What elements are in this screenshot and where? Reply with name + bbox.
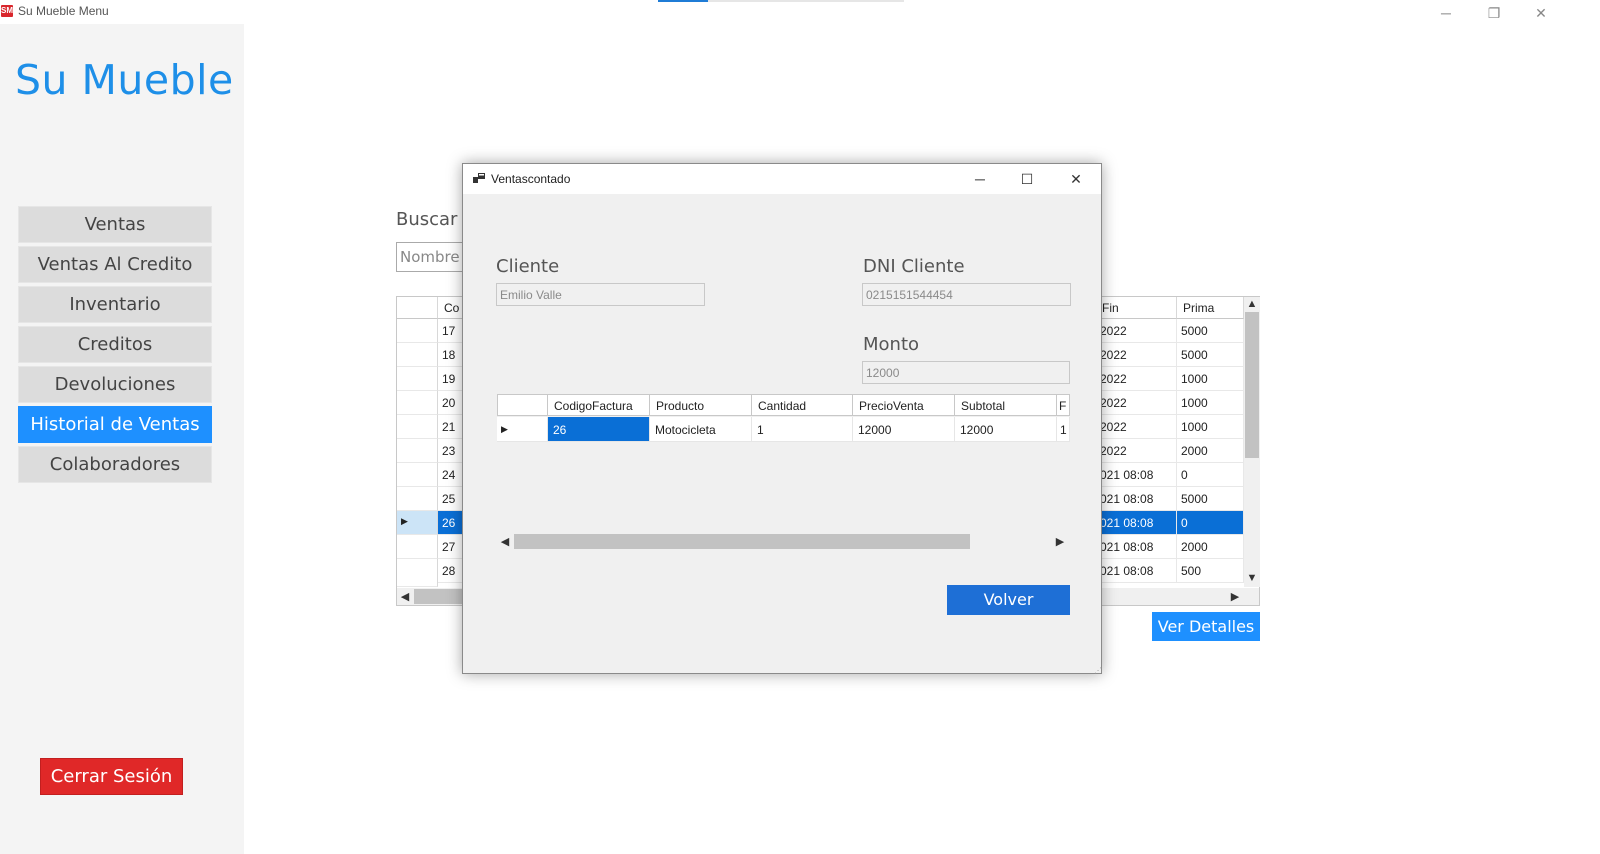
nav-colaboradores-button[interactable]: Colaboradores	[18, 446, 212, 483]
scroll-right-icon[interactable]: ▶	[1228, 590, 1242, 603]
nav-ventas-button[interactable]: Ventas	[18, 206, 212, 243]
row-header-selected[interactable]: ▶	[397, 511, 438, 535]
table-cell-prima[interactable]: 0	[1177, 463, 1244, 487]
table-cell-fin[interactable]: 2022	[1096, 415, 1177, 439]
table-cell-fin-selected[interactable]: 021 08:08	[1096, 511, 1177, 535]
nav-creditos-button[interactable]: Creditos	[18, 326, 212, 363]
minimize-window-button[interactable]: ─	[1435, 2, 1457, 24]
table-cell-subtotal[interactable]: 12000	[955, 417, 1057, 442]
current-row-arrow-icon: ▶	[501, 424, 508, 434]
nav-ventas-al-credito-button[interactable]: Ventas Al Credito	[18, 246, 212, 283]
row-header[interactable]	[397, 367, 438, 391]
scroll-left-icon[interactable]: ◀	[398, 590, 412, 603]
row-header-selected[interactable]: ▶	[497, 417, 548, 442]
table-cell-prima[interactable]: 1000	[1177, 415, 1244, 439]
table-cell-precioventa[interactable]: 12000	[853, 417, 955, 442]
current-row-arrow-icon: ▶	[401, 516, 408, 526]
column-header-codigofactura[interactable]: CodigoFactura	[548, 394, 650, 416]
search-input[interactable]: Nombre d	[396, 242, 466, 272]
table-cell-producto[interactable]: Motocicleta	[650, 417, 752, 442]
table-cell-prima[interactable]: 5000	[1177, 343, 1244, 367]
brand-title: Su Mueble	[15, 56, 234, 104]
grid-vertical-scroll-thumb[interactable]	[1245, 312, 1259, 458]
close-window-button[interactable]: ✕	[1530, 2, 1552, 24]
row-header[interactable]	[397, 319, 438, 343]
table-cell-prima[interactable]: 2000	[1177, 439, 1244, 463]
table-cell-fin[interactable]: 021 08:08	[1096, 535, 1177, 559]
row-header[interactable]	[397, 559, 438, 587]
column-header-producto[interactable]: Producto	[650, 394, 752, 416]
table-cell-fin[interactable]: 2022	[1096, 367, 1177, 391]
column-header-precioventa[interactable]: PrecioVenta	[853, 394, 955, 416]
grid-corner-header	[497, 394, 548, 416]
row-header[interactable]	[397, 415, 438, 439]
view-details-button[interactable]: Ver Detalles	[1152, 612, 1260, 641]
nav-devoluciones-button[interactable]: Devoluciones	[18, 366, 212, 403]
table-cell-codigofactura[interactable]: 26	[548, 417, 650, 442]
table-cell-prima[interactable]: 5000	[1177, 487, 1244, 511]
dni-cliente-label: DNI Cliente	[863, 256, 965, 277]
dialog-title: Ventascontado	[491, 172, 571, 186]
resize-grip-icon[interactable]: ⋰	[1094, 666, 1102, 675]
table-cell-fin[interactable]: 021 08:08	[1096, 463, 1177, 487]
table-cell-prima[interactable]: 5000	[1177, 319, 1244, 343]
column-header-cantidad[interactable]: Cantidad	[752, 394, 853, 416]
table-cell-fin[interactable]: 021 08:08	[1096, 487, 1177, 511]
window-title: Su Mueble Menu	[18, 4, 109, 18]
column-header-prima[interactable]: Prima	[1177, 297, 1244, 319]
nav-inventario-button[interactable]: Inventario	[18, 286, 212, 323]
table-cell-prima[interactable]: 1000	[1177, 391, 1244, 415]
dialog-maximize-button[interactable]: ☐	[1015, 168, 1039, 190]
restore-window-button[interactable]: ❐	[1483, 2, 1505, 24]
dialog-minimize-button[interactable]: ─	[968, 168, 992, 190]
tab-strip-active	[658, 0, 708, 2]
monto-field[interactable]: 12000	[862, 361, 1070, 384]
table-cell-cantidad[interactable]: 1	[752, 417, 853, 442]
table-cell-fin[interactable]: 2022	[1096, 391, 1177, 415]
grid-horizontal-scroll-thumb[interactable]	[414, 589, 464, 604]
table-cell-fin[interactable]: 2022	[1096, 319, 1177, 343]
table-cell-fin[interactable]: 021 08:08	[1096, 559, 1177, 583]
row-header[interactable]	[397, 343, 438, 367]
column-header-truncated[interactable]: F	[1057, 394, 1070, 416]
table-cell-prima[interactable]: 2000	[1177, 535, 1244, 559]
back-button[interactable]: Volver	[947, 585, 1070, 615]
form-icon	[473, 173, 485, 183]
cliente-field[interactable]: Emilio Valle	[496, 283, 705, 306]
table-cell-prima[interactable]: 1000	[1177, 367, 1244, 391]
cliente-label: Cliente	[496, 256, 560, 277]
column-header-subtotal[interactable]: Subtotal	[955, 394, 1057, 416]
grid-corner-header	[397, 297, 438, 319]
dni-cliente-field[interactable]: 0215151544454	[862, 283, 1071, 306]
scroll-down-icon[interactable]: ▼	[1245, 572, 1259, 584]
dialog-close-button[interactable]: ✕	[1064, 168, 1088, 190]
scroll-right-icon[interactable]: ▶	[1053, 535, 1067, 548]
items-grid-scroll-thumb[interactable]	[514, 534, 970, 549]
table-cell-prima[interactable]: 500	[1177, 559, 1244, 583]
column-header-fin[interactable]: Fin	[1096, 297, 1177, 319]
row-header[interactable]	[397, 487, 438, 511]
monto-label: Monto	[863, 334, 920, 355]
row-header[interactable]	[397, 391, 438, 415]
scroll-up-icon[interactable]: ▲	[1245, 298, 1259, 310]
table-cell-fin[interactable]: 2022	[1096, 439, 1177, 463]
nav-historial-de-ventas-button[interactable]: Historial de Ventas	[18, 406, 212, 443]
row-header[interactable]	[397, 535, 438, 559]
table-cell-prima-selected[interactable]: 0	[1177, 511, 1244, 535]
table-cell-fin[interactable]: 2022	[1096, 343, 1177, 367]
table-cell-truncated[interactable]: 1	[1057, 417, 1070, 442]
app-icon: SM	[1, 5, 13, 17]
window-title-bar	[0, 0, 1600, 24]
row-header[interactable]	[397, 439, 438, 463]
logout-button[interactable]: Cerrar Sesión	[40, 758, 183, 795]
row-header[interactable]	[397, 463, 438, 487]
scroll-left-icon[interactable]: ◀	[498, 535, 512, 548]
